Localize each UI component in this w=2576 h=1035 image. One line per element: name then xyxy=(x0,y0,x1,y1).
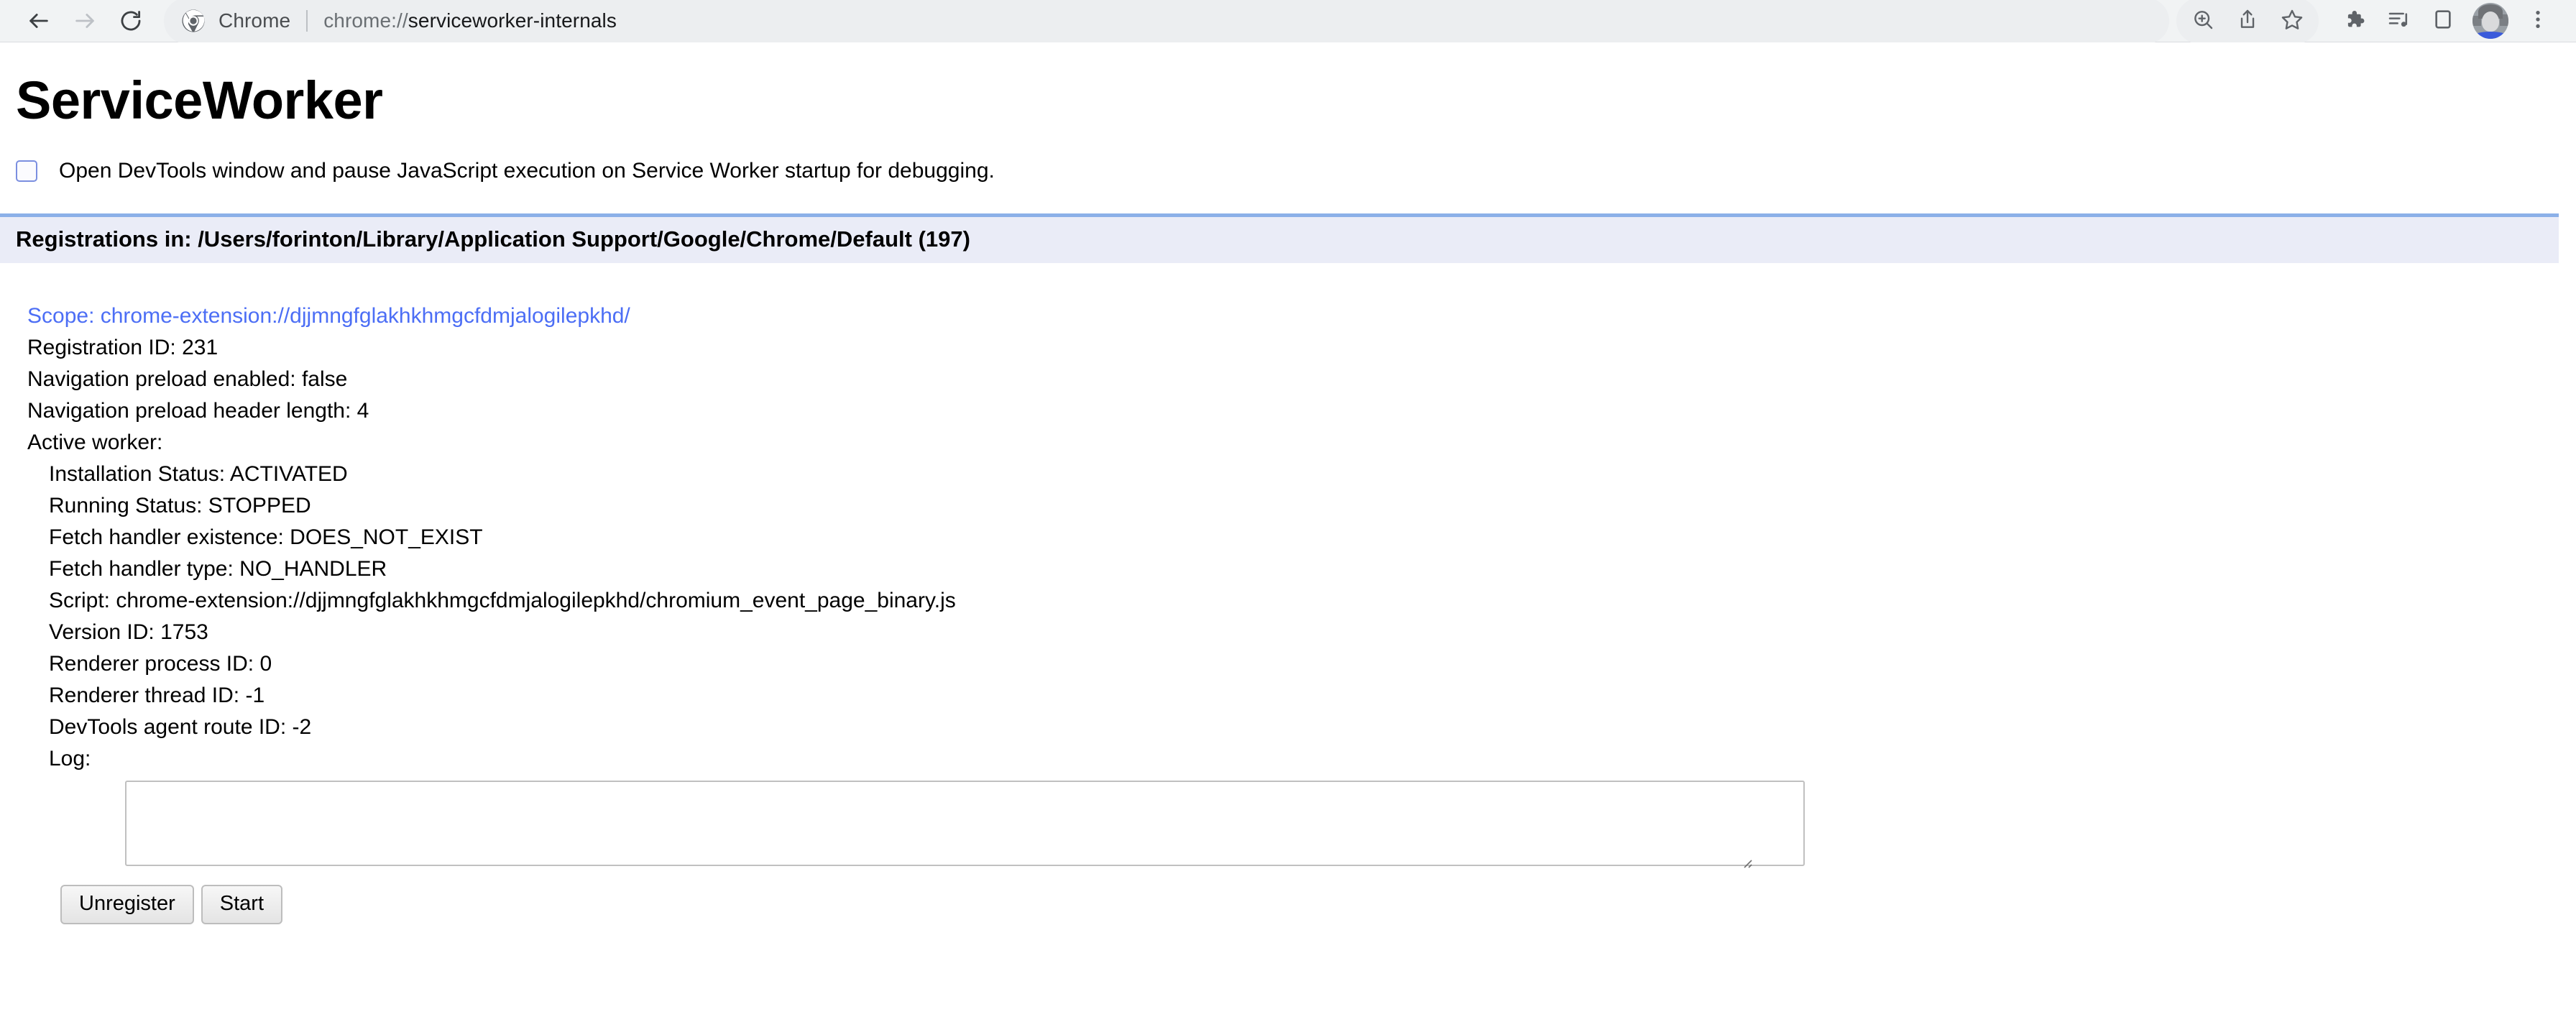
installation-status: Installation Status: ACTIVATED xyxy=(49,462,348,487)
extensions-puzzle-icon xyxy=(2342,8,2365,34)
registration-actions: Unregister Start xyxy=(27,866,2576,925)
share-icon xyxy=(2236,8,2259,34)
devtools-option-row: Open DevTools window and pause JavaScrip… xyxy=(0,127,2576,182)
three-dot-menu-icon xyxy=(2526,8,2549,34)
avatar-face xyxy=(2482,12,2499,32)
chrome-logo-icon xyxy=(181,9,206,33)
profile-avatar[interactable] xyxy=(2472,3,2508,39)
fetch-handler-type: Fetch handler type: NO_HANDLER xyxy=(49,557,387,581)
navigation-preload-enabled: Navigation preload enabled: false xyxy=(27,367,348,392)
omnibox-url-host: serviceworker-internals xyxy=(408,9,617,32)
avatar-shirt xyxy=(2475,32,2506,39)
omnibox-url: chrome://serviceworker-internals xyxy=(323,9,617,32)
zoom-in-icon xyxy=(2191,8,2214,34)
active-worker-label: Active worker: xyxy=(27,431,163,455)
devtools-agent-route-id: DevTools agent route ID: -2 xyxy=(49,715,312,740)
toolbar-actions xyxy=(2176,0,2560,44)
unregister-button[interactable]: Unregister xyxy=(60,885,194,925)
forward-button[interactable] xyxy=(62,0,108,44)
devtools-debug-label: Open DevTools window and pause JavaScrip… xyxy=(59,159,995,183)
page-title: ServiceWorker xyxy=(16,70,383,130)
registration-entry: Scope: chrome-extension://djjmngfglakhkh… xyxy=(0,263,2576,925)
start-button[interactable]: Start xyxy=(201,885,283,925)
omnibox-chip-label: Chrome xyxy=(218,9,291,32)
fetch-handler-existence: Fetch handler existence: DOES_NOT_EXIST xyxy=(49,525,483,550)
media-control-button[interactable] xyxy=(2376,0,2421,43)
worker-script: Script: chrome-extension://djjmngfglakhk… xyxy=(49,589,956,613)
registration-id: Registration ID: 231 xyxy=(27,336,218,360)
log-textarea[interactable] xyxy=(125,781,1805,867)
omnibox-divider xyxy=(306,10,308,32)
running-status: Running Status: STOPPED xyxy=(49,494,311,518)
share-button[interactable] xyxy=(2225,0,2270,43)
chrome-menu-button[interactable] xyxy=(2516,0,2560,43)
log-textarea-wrapper xyxy=(76,781,1805,868)
navigation-preload-header-length: Navigation preload header length: 4 xyxy=(27,399,369,423)
devtools-debug-checkbox[interactable] xyxy=(16,160,37,182)
browser-toolbar: Chrome chrome://serviceworker-internals xyxy=(0,0,2576,44)
forward-arrow-icon xyxy=(73,9,97,33)
back-arrow-icon xyxy=(27,9,51,33)
bookmark-button[interactable] xyxy=(2270,0,2314,43)
extensions-button[interactable] xyxy=(2332,0,2376,43)
bookmark-star-icon xyxy=(2281,8,2304,34)
side-panel-icon xyxy=(2432,8,2455,34)
registration-scope-link[interactable]: Scope: chrome-extension://djjmngfglakhkh… xyxy=(27,300,2576,332)
version-id: Version ID: 1753 xyxy=(49,620,208,645)
side-panel-button[interactable] xyxy=(2421,0,2465,43)
reload-icon xyxy=(119,9,143,33)
reload-button[interactable] xyxy=(108,0,154,44)
renderer-thread-id: Renderer thread ID: -1 xyxy=(49,684,265,708)
omnibox-url-scheme: chrome:// xyxy=(323,9,408,32)
zoom-in-button[interactable] xyxy=(2181,0,2225,43)
address-bar[interactable]: Chrome chrome://serviceworker-internals xyxy=(164,0,2169,44)
renderer-process-id: Renderer process ID: 0 xyxy=(49,652,272,676)
serviceworker-internals-page: ServiceWorker Open DevTools window and p… xyxy=(0,42,2576,925)
back-button[interactable] xyxy=(16,0,62,44)
omnibox-actions-group xyxy=(2176,0,2319,44)
registrations-header: Registrations in: /Users/forinton/Librar… xyxy=(0,213,2559,264)
media-playlist-icon xyxy=(2387,8,2410,34)
log-label: Log: xyxy=(49,747,91,771)
